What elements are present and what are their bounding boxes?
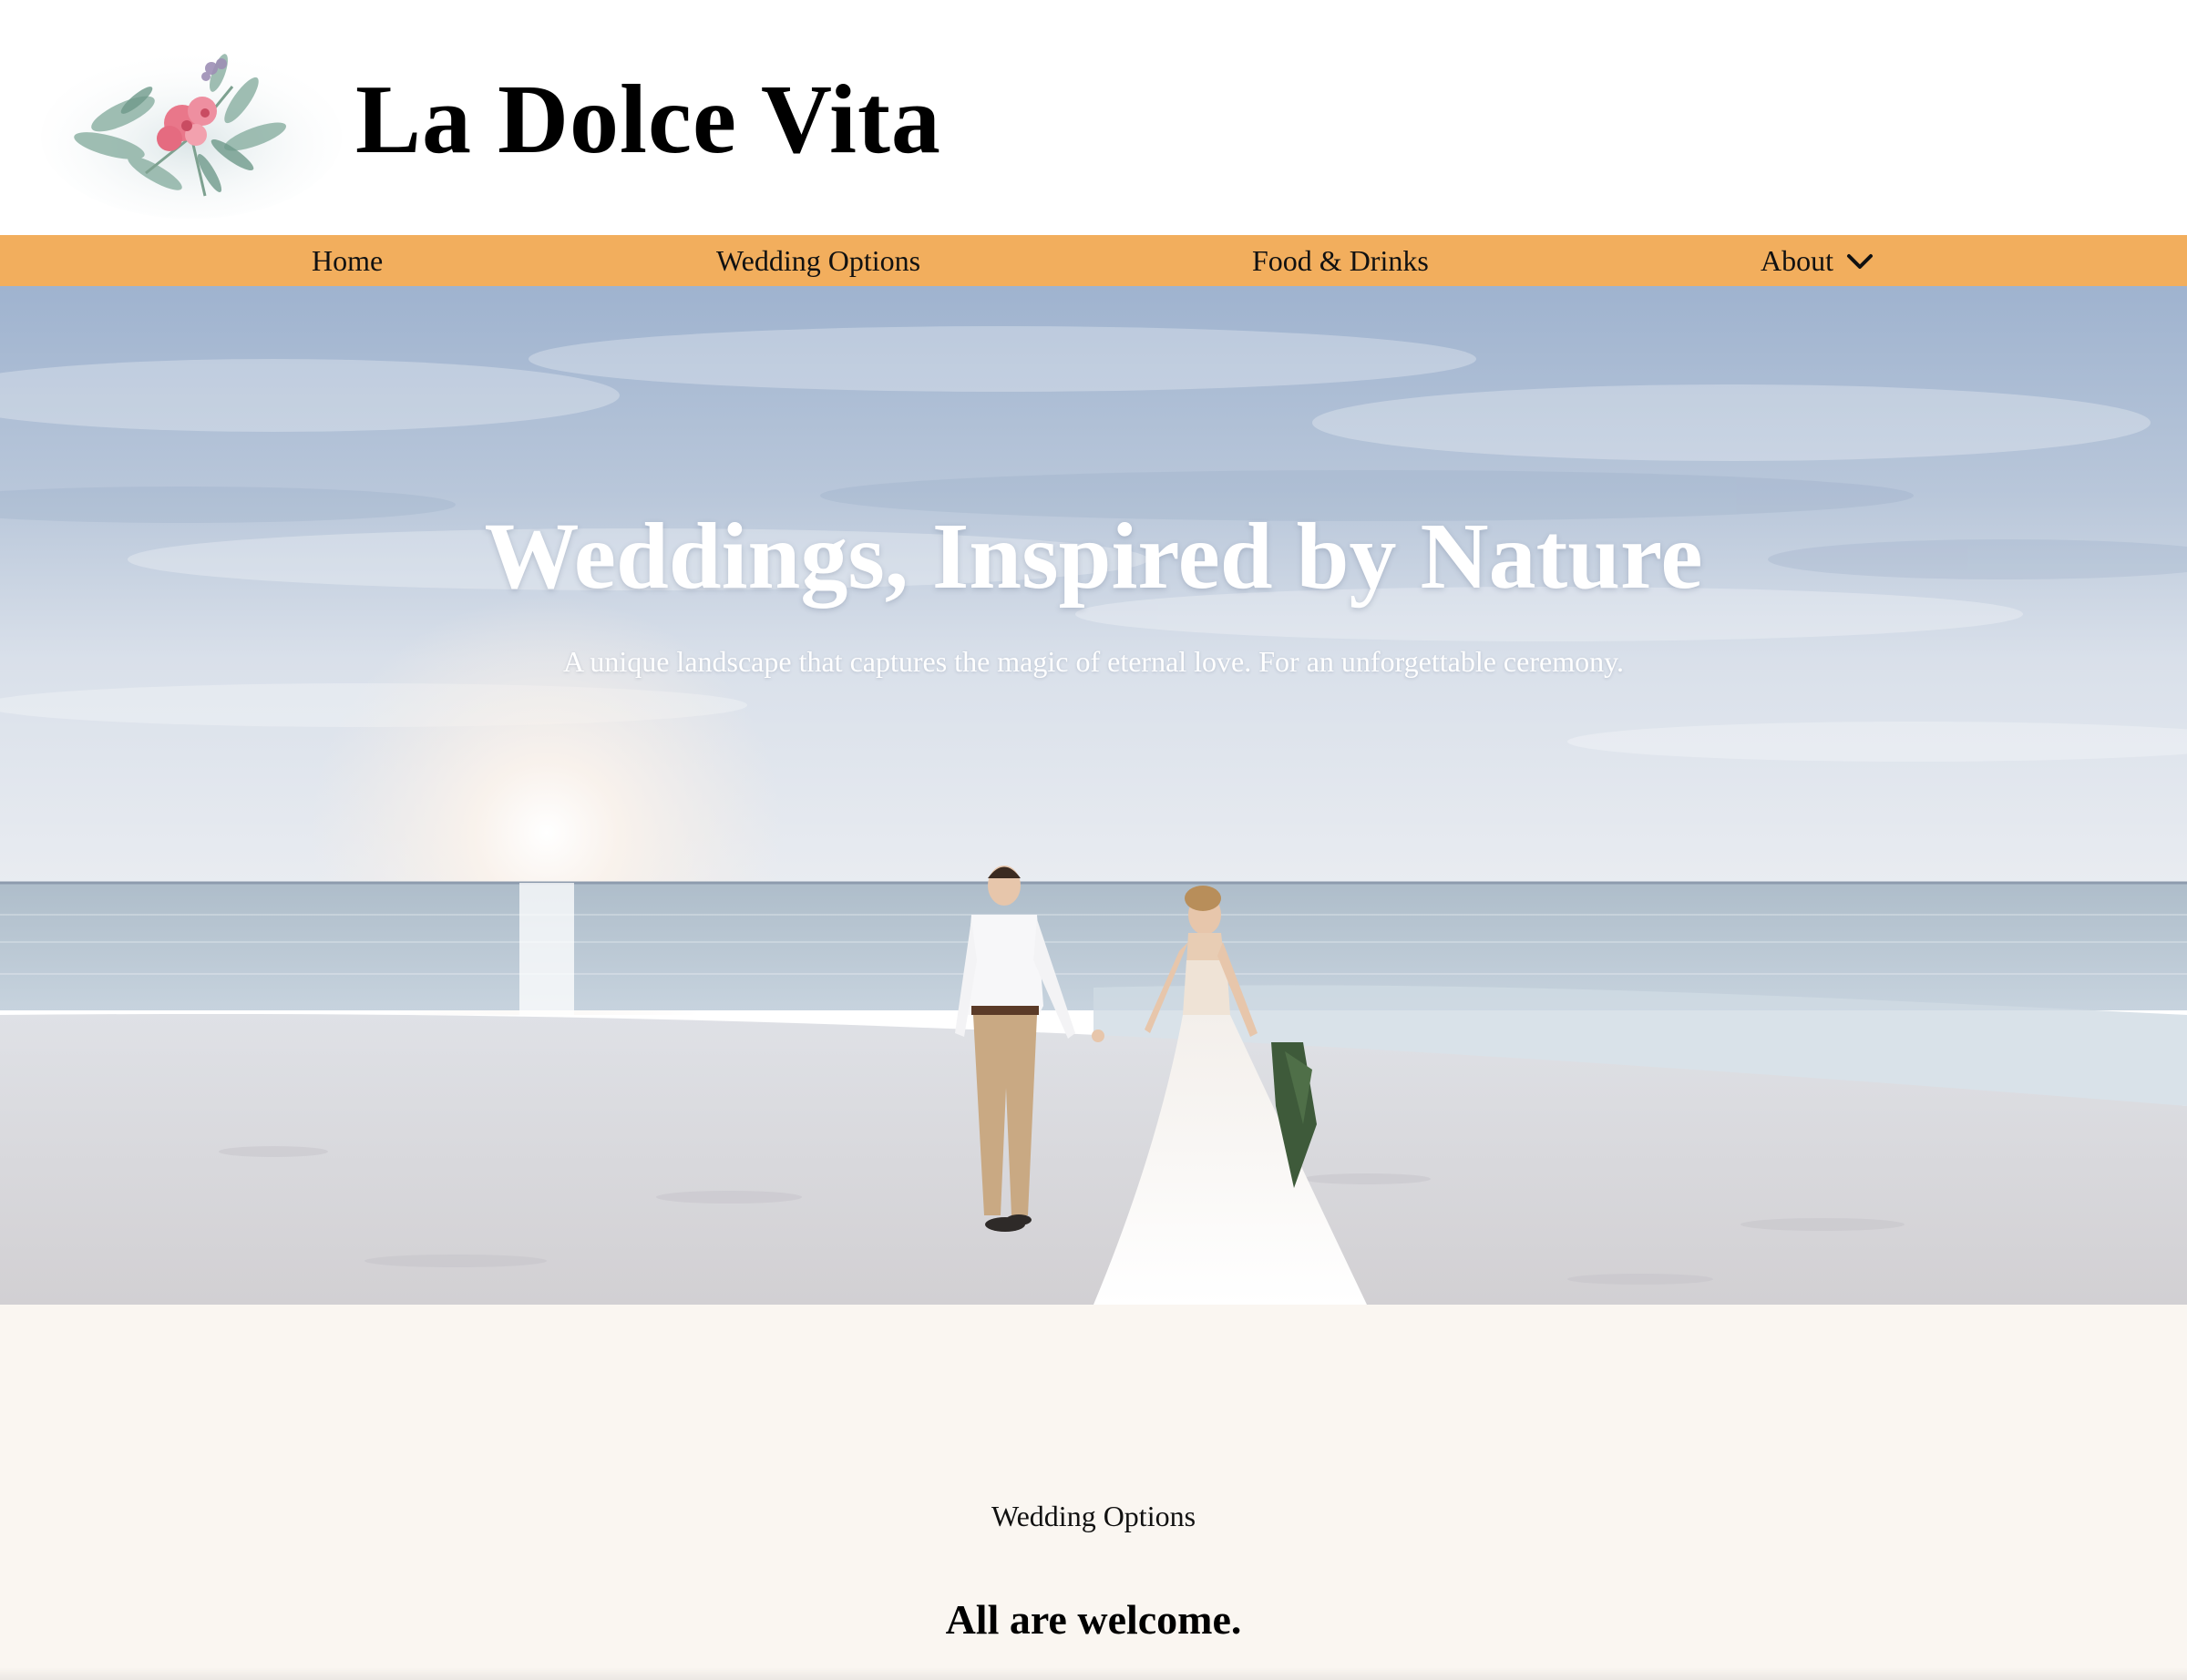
nav-item-about[interactable]: About [1761,235,1874,286]
bottom-fade [0,1667,2187,1680]
nav-item-about-label: About [1761,244,1833,277]
hero-banner: Weddings, Inspired by Nature A unique la… [0,286,2187,1305]
section-heading: All are welcome. [945,1596,1242,1643]
nav-item-food-drinks[interactable]: Food & Drinks [1252,235,1429,286]
site-header: La Dolce Vita [0,0,2187,235]
section-kicker: Wedding Options [991,1500,1196,1532]
floral-logo-icon[interactable] [36,36,346,219]
site-title[interactable]: La Dolce Vita [355,56,941,184]
wedding-options-section: Wedding Options All are welcome. [0,1305,2187,1680]
main-nav: Home Wedding Options Food & Drinks About [0,235,2187,286]
hero-title: Weddings, Inspired by Nature [484,504,1703,609]
beach-wedding-hero-image [0,286,2187,1305]
nav-item-wedding-options[interactable]: Wedding Options [716,235,920,286]
chevron-down-icon[interactable] [1846,236,1874,287]
hero-subtitle: A unique landscape that captures the mag… [562,645,1624,678]
nav-item-home[interactable]: Home [312,235,383,286]
